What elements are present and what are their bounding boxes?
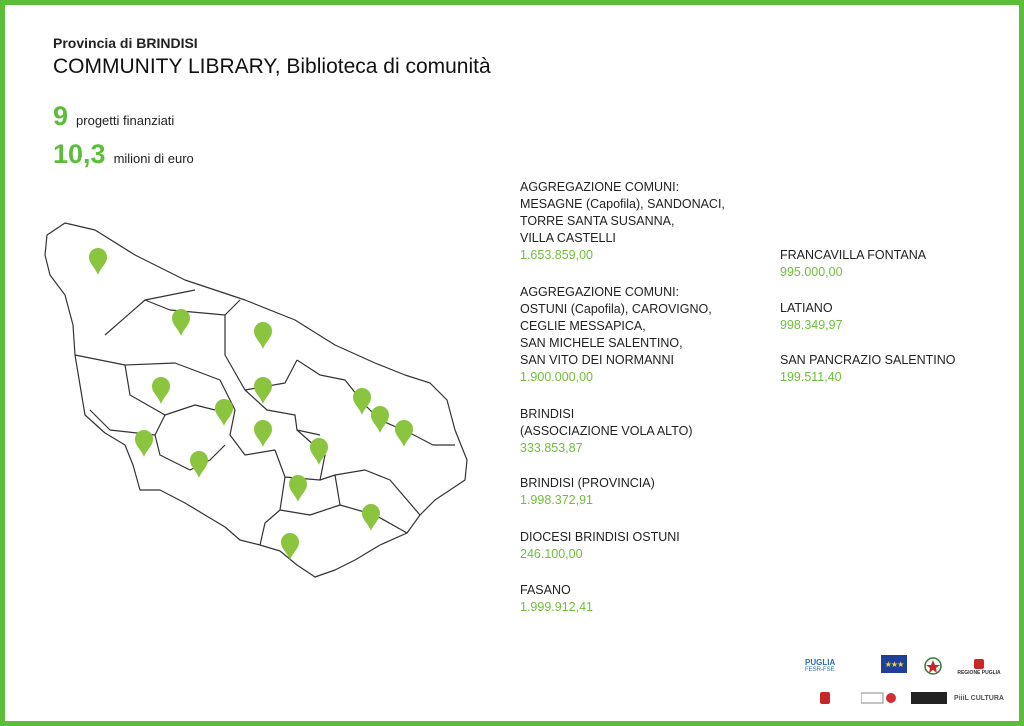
stat-projects: 9 progetti finanziati: [53, 101, 174, 132]
project-entry: BRINDISI (PROVINCIA) 1.998.372,91: [520, 475, 655, 509]
map-pin-icon[interactable]: [395, 420, 413, 447]
project-amount: 1.653.859,00: [520, 248, 593, 262]
map-pin-icon[interactable]: [254, 420, 272, 447]
project-amount: 998.349,97: [780, 318, 843, 332]
project-amount: 1.900.000,00: [520, 370, 593, 384]
map-outline: [44, 222, 468, 578]
project-entry: AGGREGAZIONE COMUNI: MESAGNE (Capofila),…: [520, 179, 725, 264]
stat-funding-value: 10,3: [53, 139, 106, 169]
map-pin-icon[interactable]: [215, 399, 233, 426]
stat-funding: 10,3 milioni di euro: [53, 139, 194, 170]
stat-projects-label: progetti finanziati: [76, 113, 175, 128]
teatro-pubblico-logo: [859, 689, 899, 707]
project-entry: AGGREGAZIONE COMUNI: OSTUNI (Capofila), …: [520, 284, 712, 386]
project-entry: BRINDISI (ASSOCIAZIONE VOLA ALTO) 333.85…: [520, 406, 693, 457]
map-pin-icon[interactable]: [310, 438, 328, 465]
page-frame: Provincia di BRINDISI COMMUNITY LIBRARY,…: [0, 0, 1024, 726]
project-name: BRINDISI (PROVINCIA): [520, 476, 655, 490]
project-entry: LATIANO 998.349,97: [780, 300, 843, 334]
project-name: DIOCESI BRINDISI OSTUNI: [520, 530, 680, 544]
project-amount: 199.511,40: [780, 370, 842, 384]
stat-projects-value: 9: [53, 101, 69, 131]
project-amount: 995.000,00: [780, 265, 843, 279]
province-label: Provincia di BRINDISI: [53, 35, 198, 51]
stat-funding-label: milioni di euro: [113, 151, 194, 166]
project-entry: FRANCAVILLA FONTANA 995.000,00: [780, 247, 926, 281]
map-pin-icon[interactable]: [152, 377, 170, 404]
project-amount: 1.998.372,91: [520, 493, 593, 507]
map-pin-icon[interactable]: [371, 406, 389, 433]
map-pin-icon[interactable]: [172, 309, 190, 336]
project-amount: 246.100,00: [520, 547, 583, 561]
regione-puglia-logo: REGIONE PUGLIA: [955, 655, 1003, 679]
project-name: LATIANO: [780, 301, 833, 315]
puglia-fesr-logo: PUGLIA FESR-FSE: [805, 658, 836, 673]
map-pin-icon[interactable]: [89, 248, 107, 275]
map-pins: [89, 248, 413, 560]
page-title: COMMUNITY LIBRARY, Biblioteca di comunit…: [53, 55, 491, 78]
project-name: AGGREGAZIONE COMUNI: MESAGNE (Capofila),…: [520, 180, 725, 245]
project-name: FASANO: [520, 583, 571, 597]
project-entry: SAN PANCRAZIO SALENTINO 199.511,40: [780, 352, 956, 386]
province-map: [44, 222, 468, 578]
project-entry: DIOCESI BRINDISI OSTUNI 246.100,00: [520, 529, 680, 563]
regione-puglia-small-logo: [805, 689, 845, 707]
map-pin-icon[interactable]: [254, 322, 272, 349]
italy-emblem-icon: [923, 655, 943, 677]
project-name: SAN PANCRAZIO SALENTINO: [780, 353, 956, 367]
eu-flag-icon: ★★★: [881, 655, 907, 673]
project-entry: FASANO 1.999.912,41: [520, 582, 593, 616]
project-name: FRANCAVILLA FONTANA: [780, 248, 927, 262]
map-pin-icon[interactable]: [135, 430, 153, 457]
project-name: AGGREGAZIONE COMUNI: OSTUNI (Capofila), …: [520, 285, 712, 367]
map-pin-icon[interactable]: [281, 533, 299, 560]
map-pin-icon[interactable]: [190, 451, 208, 478]
map-pin-icon[interactable]: [353, 388, 371, 415]
project-amount: 333.853,87: [520, 441, 583, 455]
partner-logo: [909, 689, 949, 707]
sponsor-logos: PUGLIA FESR-FSE ★★★ REGIONE PUGLIA PiiiL…: [805, 655, 1005, 713]
piiil-cultura-logo: PiiiL CULTURA: [954, 694, 1004, 702]
map-pin-icon[interactable]: [289, 475, 307, 502]
project-amount: 1.999.912,41: [520, 600, 593, 614]
project-name: BRINDISI (ASSOCIAZIONE VOLA ALTO): [520, 407, 693, 438]
map-pin-icon[interactable]: [362, 504, 380, 531]
